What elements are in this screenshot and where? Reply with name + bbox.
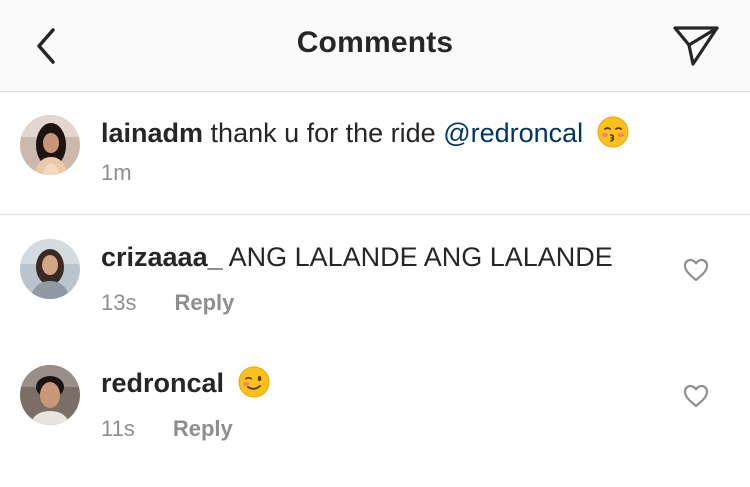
avatar[interactable]	[20, 115, 80, 175]
reply-button[interactable]: Reply	[173, 416, 233, 441]
like-button[interactable]	[682, 256, 710, 284]
comments-screen: Comments lainadm thank u for the ride @r…	[0, 0, 750, 487]
kissing-face-emoji-icon	[597, 116, 629, 156]
caption-username[interactable]: lainadm	[101, 118, 203, 148]
share-button[interactable]	[670, 20, 722, 72]
reply-button[interactable]: Reply	[174, 290, 234, 315]
paper-plane-icon	[673, 26, 719, 66]
page-title: Comments	[296, 26, 454, 59]
comment-timestamp: 11s	[101, 416, 135, 441]
comment-text: crizaaaa_ ANG LALANDE ANG LALANDE	[101, 240, 613, 274]
comment-timestamp: 13s	[101, 290, 137, 315]
comment-meta: 11s Reply	[101, 416, 233, 442]
comment-meta: 13s Reply	[101, 290, 234, 316]
comment-body: ANG LALANDE ANG LALANDE	[228, 242, 613, 272]
caption-timestamp: 1m	[101, 160, 132, 185]
caption-meta: 1m	[101, 160, 132, 186]
post-caption: lainadm thank u for the ride @redroncal …	[0, 92, 750, 215]
caption-text: lainadm thank u for the ride @redroncal	[101, 116, 629, 156]
comment-text: redroncal	[101, 366, 270, 406]
like-button[interactable]	[682, 382, 710, 410]
winking-face-emoji-icon	[238, 366, 270, 406]
comment-username[interactable]: redroncal	[101, 368, 224, 398]
avatar[interactable]	[20, 365, 80, 425]
caption-body: thank u for the ride	[210, 118, 436, 148]
top-nav-bar: Comments	[0, 0, 750, 92]
comment-username[interactable]: crizaaaa_	[101, 242, 223, 272]
heart-icon	[683, 384, 709, 408]
mention-link[interactable]: @redroncal	[443, 118, 583, 148]
avatar[interactable]	[20, 239, 80, 299]
heart-icon	[683, 258, 709, 282]
